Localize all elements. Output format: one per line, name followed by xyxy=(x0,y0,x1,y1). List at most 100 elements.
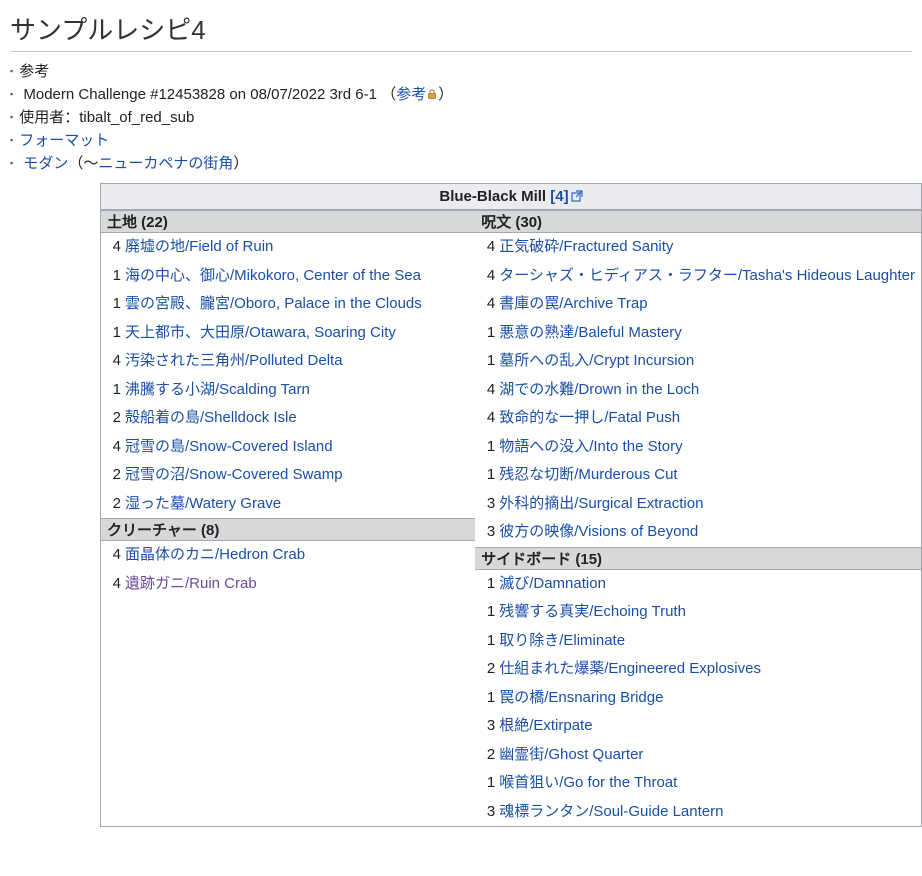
card-qty: 4 xyxy=(481,376,495,405)
page-title: サンプルレシピ4 xyxy=(10,10,912,52)
creatures-cell: 4面晶体のカニ/Hedron Crab4遺跡ガニ/Ruin Crab xyxy=(101,541,475,599)
format-name-link[interactable]: モダン xyxy=(23,155,68,172)
card-qty: 1 xyxy=(481,433,495,462)
card-line: 4正気破砕/Fractured Sanity xyxy=(481,233,915,262)
card-link[interactable]: 残忍な切断/Murderous Cut xyxy=(499,466,677,483)
card-qty: 1 xyxy=(481,347,495,376)
card-link[interactable]: 根絶/Extirpate xyxy=(499,717,592,734)
card-line: 2仕組まれた爆薬/Engineered Explosives xyxy=(481,655,915,684)
card-line: 4汚染された三角州/Polluted Delta xyxy=(107,347,469,376)
card-link[interactable]: 残響する真実/Echoing Truth xyxy=(499,603,686,620)
card-link[interactable]: 冠雪の島/Snow-Covered Island xyxy=(125,438,333,455)
creature-header: クリーチャー (8) xyxy=(101,519,475,541)
card-link[interactable]: ターシャズ・ヒディアス・ラフター/Tasha's Hideous Laughte… xyxy=(499,267,915,284)
land-header: 土地 (22) xyxy=(101,211,475,233)
card-line: 4致命的な一押し/Fatal Push xyxy=(481,404,915,433)
card-line: 1喉首狙い/Go for the Throat xyxy=(481,769,915,798)
format-paren: （～ニューカペナの街角） xyxy=(68,155,248,172)
card-qty: 1 xyxy=(481,769,495,798)
card-qty: 1 xyxy=(481,598,495,627)
card-link[interactable]: 外科的摘出/Surgical Extraction xyxy=(499,495,703,512)
card-line: 4廃墟の地/Field of Ruin xyxy=(107,233,469,262)
deck-title-link[interactable]: [4] xyxy=(550,188,568,205)
card-qty: 1 xyxy=(107,290,121,319)
format-link[interactable]: フォーマット xyxy=(19,132,109,149)
card-qty: 2 xyxy=(107,404,121,433)
card-link[interactable]: 墓所への乱入/Crypt Incursion xyxy=(499,352,694,369)
event-item: Modern Challenge #12453828 on 08/07/2022… xyxy=(10,83,912,104)
card-qty: 4 xyxy=(481,290,495,319)
card-link[interactable]: 湖での水難/Drown in the Loch xyxy=(499,381,699,398)
card-line: 2湿った墓/Watery Grave xyxy=(107,490,469,519)
card-line: 1海の中心、御心/Mikokoro, Center of the Sea xyxy=(107,262,469,291)
deck-left-column: 土地 (22) 4廃墟の地/Field of Ruin1海の中心、御心/Miko… xyxy=(101,210,475,598)
lock-icon xyxy=(426,87,438,99)
card-qty: 4 xyxy=(107,541,121,570)
card-link[interactable]: 仕組まれた爆薬/Engineered Explosives xyxy=(499,660,761,677)
card-line: 1残響する真実/Echoing Truth xyxy=(481,598,915,627)
card-qty: 4 xyxy=(107,570,121,599)
deck-right-column: 呪文 (30) 4正気破砕/Fractured Sanity4ターシャズ・ヒディ… xyxy=(475,210,921,826)
format-item: フォーマット xyxy=(10,129,912,150)
card-link[interactable]: 喉首狙い/Go for the Throat xyxy=(499,774,677,791)
card-link[interactable]: 致命的な一押し/Fatal Push xyxy=(499,409,680,426)
card-link[interactable]: 廃墟の地/Field of Ruin xyxy=(125,238,273,255)
card-line: 1物語への没入/Into the Story xyxy=(481,433,915,462)
card-line: 4冠雪の島/Snow-Covered Island xyxy=(107,433,469,462)
card-qty: 4 xyxy=(481,233,495,262)
format-set-link[interactable]: ニューカペナの街角 xyxy=(98,155,233,172)
card-link[interactable]: 取り除き/Eliminate xyxy=(499,632,625,649)
card-qty: 2 xyxy=(481,655,495,684)
card-qty: 2 xyxy=(481,741,495,770)
card-line: 1罠の橋/Ensnaring Bridge xyxy=(481,684,915,713)
card-link[interactable]: 滅び/Damnation xyxy=(499,575,606,592)
spells-cell: 4正気破砕/Fractured Sanity4ターシャズ・ヒディアス・ラフター/… xyxy=(475,233,921,548)
card-qty: 1 xyxy=(481,319,495,348)
card-qty: 1 xyxy=(107,376,121,405)
card-line: 2冠雪の沼/Snow-Covered Swamp xyxy=(107,461,469,490)
card-line: 1取り除き/Eliminate xyxy=(481,627,915,656)
card-link[interactable]: 沸騰する小湖/Scalding Tarn xyxy=(125,381,310,398)
card-link[interactable]: 幽霊街/Ghost Quarter xyxy=(499,746,643,763)
card-link[interactable]: 正気破砕/Fractured Sanity xyxy=(499,238,673,255)
lands-cell: 4廃墟の地/Field of Ruin1海の中心、御心/Mikokoro, Ce… xyxy=(101,233,475,519)
card-link[interactable]: 悪意の熟達/Baleful Mastery xyxy=(499,324,682,341)
card-qty: 1 xyxy=(481,570,495,599)
event-line: Modern Challenge #12453828 on 08/07/2022… xyxy=(23,86,377,103)
card-link[interactable]: 天上都市、大田原/Otawara, Soaring City xyxy=(125,324,396,341)
card-line: 2殻船着の島/Shelldock Isle xyxy=(107,404,469,433)
card-link[interactable]: 海の中心、御心/Mikokoro, Center of the Sea xyxy=(125,267,421,284)
card-link[interactable]: 彼方の映像/Visions of Beyond xyxy=(499,523,698,540)
card-line: 4書庫の罠/Archive Trap xyxy=(481,290,915,319)
card-link[interactable]: 湿った墓/Watery Grave xyxy=(125,495,281,512)
card-line: 3魂標ランタン/Soul-Guide Lantern xyxy=(481,798,915,827)
card-link[interactable]: 汚染された三角州/Polluted Delta xyxy=(125,352,343,369)
deck-title-text: Blue-Black Mill xyxy=(439,188,550,205)
deck-table: Blue-Black Mill [4] 土地 (22) 4廃墟の地/Field … xyxy=(100,183,922,827)
card-link[interactable]: 殻船着の島/Shelldock Isle xyxy=(125,409,297,426)
card-qty: 4 xyxy=(107,433,121,462)
card-line: 2幽霊街/Ghost Quarter xyxy=(481,741,915,770)
deck-title-row: Blue-Black Mill [4] xyxy=(101,184,922,210)
card-line: 3根絶/Extirpate xyxy=(481,712,915,741)
card-qty: 1 xyxy=(481,461,495,490)
spell-header: 呪文 (30) xyxy=(475,211,921,233)
card-line: 3外科的摘出/Surgical Extraction xyxy=(481,490,915,519)
card-line: 4遺跡ガニ/Ruin Crab xyxy=(107,570,469,599)
card-link[interactable]: 魂標ランタン/Soul-Guide Lantern xyxy=(499,803,723,820)
card-line: 4湖での水難/Drown in the Loch xyxy=(481,376,915,405)
user-item: 使用者：tibalt_of_red_sub xyxy=(10,106,912,127)
card-qty: 3 xyxy=(481,798,495,827)
card-link[interactable]: 罠の橋/Ensnaring Bridge xyxy=(499,689,663,706)
card-link[interactable]: 遺跡ガニ/Ruin Crab xyxy=(125,575,257,592)
sideboard-cell: 1滅び/Damnation1残響する真実/Echoing Truth1取り除き/… xyxy=(475,569,921,826)
card-link[interactable]: 冠雪の沼/Snow-Covered Swamp xyxy=(125,466,343,483)
card-link[interactable]: 物語への没入/Into the Story xyxy=(499,438,682,455)
card-qty: 2 xyxy=(107,461,121,490)
meta-list: 参考 Modern Challenge #12453828 on 08/07/2… xyxy=(10,60,912,173)
event-reference-link[interactable]: 参考 xyxy=(396,86,426,103)
card-link[interactable]: 書庫の罠/Archive Trap xyxy=(499,295,647,312)
card-link[interactable]: 雲の宮殿、朧宮/Oboro, Palace in the Clouds xyxy=(125,295,422,312)
card-qty: 3 xyxy=(481,490,495,519)
card-link[interactable]: 面晶体のカニ/Hedron Crab xyxy=(125,546,305,563)
